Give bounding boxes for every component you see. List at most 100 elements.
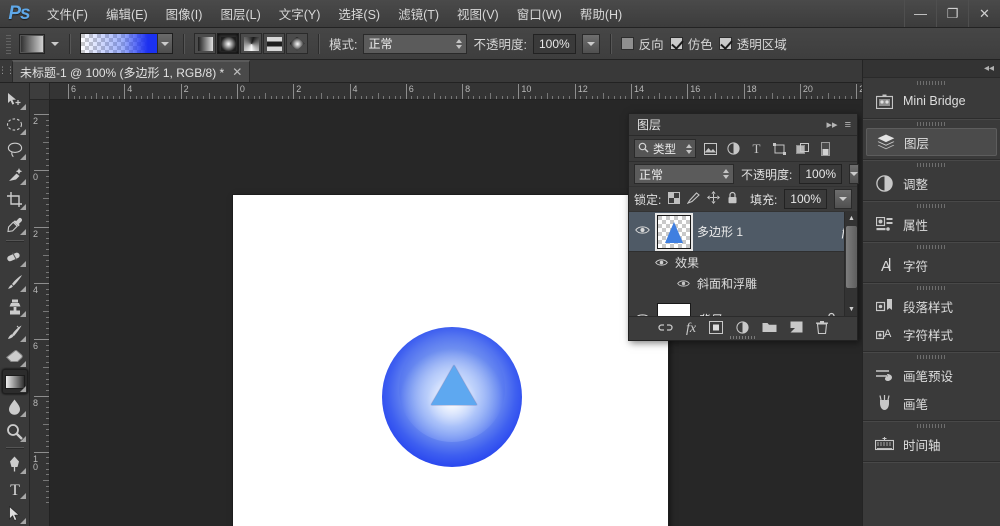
layer-visibility-eye-icon[interactable] xyxy=(633,225,651,238)
layer-blend-mode-select[interactable]: 正常 xyxy=(634,164,734,184)
angle-gradient-button[interactable] xyxy=(240,33,262,54)
menu-item-1[interactable]: 编辑(E) xyxy=(97,0,157,27)
effect-visibility-eye-icon[interactable] xyxy=(677,277,690,291)
new-group-button[interactable] xyxy=(762,321,777,336)
document-tab-close-icon[interactable]: ✕ xyxy=(232,65,242,79)
move-tool[interactable] xyxy=(2,87,28,112)
layer-visibility-eye-icon[interactable] xyxy=(633,313,651,316)
maximize-button[interactable]: ❐ xyxy=(936,0,968,27)
delete-layer-button[interactable] xyxy=(816,321,828,337)
diamond-gradient-button[interactable] xyxy=(286,33,308,54)
menu-item-6[interactable]: 滤镜(T) xyxy=(389,0,448,27)
reflected-gradient-button[interactable] xyxy=(263,33,285,54)
layer-style-button[interactable]: fx xyxy=(686,321,696,337)
dock-item-paragraph-styles[interactable]: 段落样式 xyxy=(866,292,997,320)
layer-row-polygon[interactable]: 多边形 1 fx xyxy=(629,212,857,252)
reverse-checkbox[interactable] xyxy=(621,37,634,50)
filter-toggle-icon[interactable] xyxy=(817,139,834,158)
dock-item-timeline[interactable]: 时间轴 xyxy=(866,430,997,458)
menu-item-0[interactable]: 文件(F) xyxy=(38,0,97,27)
gradient-preset-chevron-down-icon[interactable] xyxy=(157,34,172,53)
dock-group-grip[interactable] xyxy=(863,352,1000,361)
vertical-ruler[interactable]: 20246810 xyxy=(30,100,50,526)
collapse-panel-icon[interactable]: ▸▸ xyxy=(827,118,838,131)
add-layer-mask-button[interactable] xyxy=(709,321,723,337)
eyedropper-tool[interactable] xyxy=(2,212,28,237)
minimize-button[interactable]: — xyxy=(904,0,936,27)
dock-group-grip[interactable] xyxy=(863,78,1000,87)
dock-group-grip[interactable] xyxy=(863,160,1000,169)
dock-item-character-styles[interactable]: A字符样式 xyxy=(866,320,997,348)
fill-chevron-down-icon[interactable] xyxy=(834,189,852,209)
crop-tool[interactable] xyxy=(2,187,28,212)
lasso-tool[interactable] xyxy=(2,137,28,162)
transparency-checkbox[interactable] xyxy=(719,37,732,50)
dock-item-brush-presets[interactable]: 画笔预设 xyxy=(866,361,997,389)
blur-tool[interactable] xyxy=(2,394,28,419)
marquee-tool[interactable] xyxy=(2,112,28,137)
tool-preset-chevron-down-icon[interactable] xyxy=(51,42,59,46)
lock-all-icon[interactable] xyxy=(727,191,738,207)
dock-group-grip[interactable] xyxy=(863,119,1000,128)
blend-mode-select[interactable]: 正常 xyxy=(363,34,467,54)
layers-list-scrollbar[interactable]: ▲ ▼ xyxy=(844,212,857,316)
history-brush-tool[interactable] xyxy=(2,319,28,344)
dock-group-grip[interactable] xyxy=(863,283,1000,292)
effects-visibility-eye-icon[interactable] xyxy=(655,256,668,270)
fill-input[interactable]: 100% xyxy=(784,189,827,209)
menu-item-5[interactable]: 选择(S) xyxy=(329,0,389,27)
layer-thumbnail[interactable] xyxy=(657,303,691,317)
menu-item-2[interactable]: 图像(I) xyxy=(157,0,212,27)
tab-bar-grip[interactable]: ⋮⋮ xyxy=(0,59,12,82)
layer-row-background[interactable]: 背景 xyxy=(629,300,857,316)
healing-brush-tool[interactable] xyxy=(2,244,28,269)
filter-pixel-layers-icon[interactable] xyxy=(702,139,719,158)
layer-thumbnail[interactable] xyxy=(657,215,691,249)
scroll-down-icon[interactable]: ▼ xyxy=(845,303,857,316)
dock-item-brush[interactable]: 画笔 xyxy=(866,389,997,417)
options-bar-grip[interactable] xyxy=(4,33,13,55)
dock-item-adjustments[interactable]: 调整 xyxy=(866,169,997,197)
filter-type-layers-icon[interactable]: T xyxy=(748,139,765,158)
scroll-up-icon[interactable]: ▲ xyxy=(845,212,857,225)
dock-item-properties[interactable]: 属性 xyxy=(866,210,997,238)
transparency-checkbox-wrap[interactable]: 透明区域 xyxy=(719,34,787,53)
dither-checkbox[interactable] xyxy=(670,37,683,50)
menu-item-7[interactable]: 视图(V) xyxy=(448,0,508,27)
document-canvas[interactable] xyxy=(233,195,668,526)
dock-item-character[interactable]: A字符 xyxy=(866,251,997,279)
filter-shape-layers-icon[interactable] xyxy=(771,139,788,158)
opacity-input[interactable]: 100% xyxy=(533,34,576,54)
collapse-dock-icon[interactable]: ◂◂ xyxy=(984,63,994,74)
new-adjustment-layer-button[interactable] xyxy=(736,321,749,337)
horizontal-ruler[interactable]: 6420246810121416182022 xyxy=(50,83,862,100)
document-tab[interactable]: 未标题-1 @ 100% (多边形 1, RGB/8) * ✕ xyxy=(12,60,250,82)
gradient-swatch[interactable] xyxy=(81,34,157,53)
layers-list[interactable]: 多边形 1 fx 效果 斜面和浮雕 背景 xyxy=(629,212,857,316)
tool-preset-picker[interactable] xyxy=(19,34,45,54)
filter-smart-object-icon[interactable] xyxy=(794,139,811,158)
gradient-tool[interactable] xyxy=(2,369,28,394)
lock-position-icon[interactable] xyxy=(707,191,720,207)
filter-kind-select[interactable]: 类型 xyxy=(634,139,696,158)
layer-name[interactable]: 背景 xyxy=(697,311,820,316)
dodge-tool[interactable] xyxy=(2,419,28,444)
close-button[interactable]: ✕ xyxy=(968,0,1000,27)
layer-opacity-chevron-down-icon[interactable] xyxy=(849,164,859,184)
dock-group-grip[interactable] xyxy=(863,421,1000,430)
tab-layers[interactable]: 图层 xyxy=(635,114,669,136)
clone-stamp-tool[interactable] xyxy=(2,294,28,319)
dither-checkbox-wrap[interactable]: 仿色 xyxy=(670,34,713,53)
scrollbar-thumb[interactable] xyxy=(846,226,857,288)
menu-item-9[interactable]: 帮助(H) xyxy=(571,0,631,27)
linear-gradient-button[interactable] xyxy=(194,33,216,54)
menu-item-4[interactable]: 文字(Y) xyxy=(270,0,330,27)
filter-adjustment-layers-icon[interactable] xyxy=(725,139,742,158)
layer-effect-bevel-emboss[interactable]: 斜面和浮雕 xyxy=(629,273,857,294)
dock-group-grip[interactable] xyxy=(863,242,1000,251)
dock-group-grip[interactable] xyxy=(863,201,1000,210)
link-layers-button[interactable] xyxy=(658,322,673,336)
panel-menu-icon[interactable]: ≡ xyxy=(845,119,851,131)
dock-collapse-button[interactable]: ◂◂ xyxy=(863,60,1000,78)
layers-panel-resize-grip[interactable] xyxy=(730,336,756,339)
